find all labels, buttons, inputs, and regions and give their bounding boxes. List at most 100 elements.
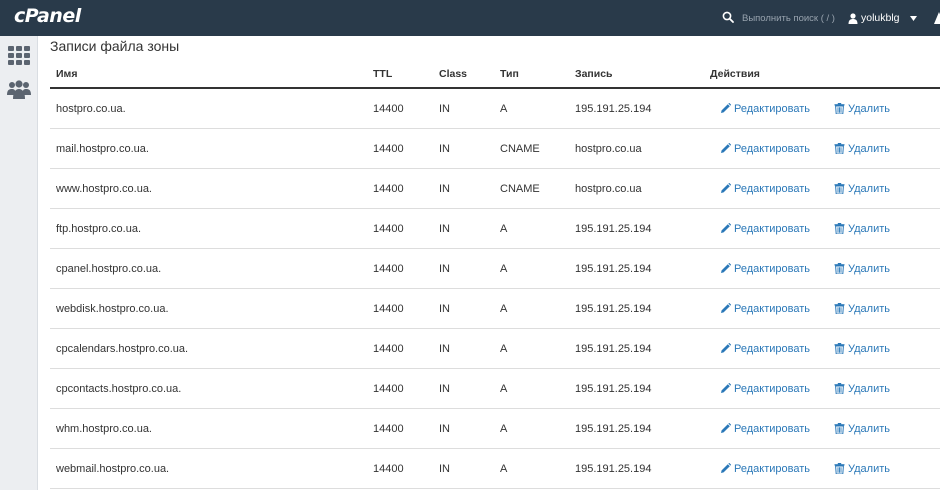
cpanel-logo[interactable]: cPanel [14,5,81,27]
table-row: webdisk.hostpro.co.ua. 14400 IN A 195.191.25… [50,288,940,329]
column-header-name[interactable]: Имя [50,60,367,89]
delete-label: Удалить [848,262,890,275]
edit-button[interactable]: Редактировать [720,303,834,315]
edit-button[interactable]: Редактировать [720,183,834,195]
delete-label: Удалить [848,182,890,195]
delete-button[interactable]: Удалить [834,183,890,195]
record-type: A [494,368,569,409]
pencil-icon [721,343,731,353]
pencil-icon [721,143,731,153]
delete-label: Удалить [848,462,890,475]
delete-button[interactable]: Удалить [834,463,890,475]
record-name: www.hostpro.co.ua. [50,168,367,209]
table-row: mail.hostpro.co.ua. 14400 IN CNAME hostpro.c… [50,128,940,169]
table-row: cpcontacts.hostpro.co.ua. 14400 IN A 195.191… [50,368,940,409]
record-actions: Редактировать Удалить [704,168,940,209]
main-content: Записи файла зоны Имя TTL Class Тип Запи… [38,36,940,490]
delete-button[interactable]: Удалить [834,263,890,275]
users-icon[interactable] [7,79,31,101]
record-class: IN [433,448,494,489]
edit-label: Редактировать [734,462,810,475]
delete-button[interactable]: Удалить [834,143,890,155]
record-value: 195.191.25.194 [569,208,704,249]
table-row: webmail.hostpro.co.ua. 14400 IN A 195.191.25… [50,448,940,489]
column-header-class[interactable]: Class [433,60,494,89]
trash-icon [834,343,845,354]
record-type: A [494,208,569,249]
record-actions: Редактировать Удалить [704,248,940,289]
record-value: 195.191.25.194 [569,88,704,129]
record-name: webdisk.hostpro.co.ua. [50,288,367,329]
trash-icon [834,303,845,314]
table-row: ftp.hostpro.co.ua. 14400 IN A 195.191.25.194… [50,208,940,249]
delete-button[interactable]: Удалить [834,343,890,355]
edit-button[interactable]: Редактировать [720,223,834,235]
record-type: CNAME [494,128,569,169]
user-menu[interactable]: yolukblg [848,0,917,36]
record-name: whm.hostpro.co.ua. [50,408,367,449]
edit-button[interactable]: Редактировать [720,463,834,475]
record-value: 195.191.25.194 [569,368,704,409]
delete-button[interactable]: Удалить [834,223,890,235]
delete-button[interactable]: Удалить [834,423,890,435]
zone-records-table: Имя TTL Class Тип Запись Действия hostpr… [50,60,940,489]
edit-button[interactable]: Редактировать [720,103,834,115]
column-header-actions: Действия [704,60,940,89]
bell-icon[interactable] [934,12,940,24]
column-header-type[interactable]: Тип [494,60,569,89]
record-class: IN [433,408,494,449]
trash-icon [834,223,845,234]
record-ttl: 14400 [367,328,433,369]
trash-icon [834,183,845,194]
edit-label: Редактировать [734,182,810,195]
record-type: A [494,248,569,289]
delete-label: Удалить [848,422,890,435]
record-class: IN [433,288,494,329]
chevron-down-icon [909,15,917,21]
record-class: IN [433,88,494,129]
record-name: hostpro.co.ua. [50,88,367,129]
edit-button[interactable]: Редактировать [720,143,834,155]
delete-button[interactable]: Удалить [834,103,890,115]
delete-button[interactable]: Удалить [834,383,890,395]
grid-icon[interactable] [7,44,31,66]
record-ttl: 14400 [367,448,433,489]
edit-button[interactable]: Редактировать [720,423,834,435]
search-input[interactable] [738,9,846,27]
pencil-icon [721,423,731,433]
edit-button[interactable]: Редактировать [720,263,834,275]
table-row: www.hostpro.co.ua. 14400 IN CNAME hostpro.co… [50,168,940,209]
edit-label: Редактировать [734,422,810,435]
record-actions: Редактировать Удалить [704,88,940,129]
record-actions: Редактировать Удалить [704,448,940,489]
record-ttl: 14400 [367,88,433,129]
record-class: IN [433,168,494,209]
record-name: cpcalendars.hostpro.co.ua. [50,328,367,369]
record-name: cpcontacts.hostpro.co.ua. [50,368,367,409]
record-type: A [494,328,569,369]
record-value: hostpro.co.ua [569,168,704,209]
column-header-record[interactable]: Запись [569,60,704,89]
record-actions: Редактировать Удалить [704,368,940,409]
search-icon[interactable] [722,11,734,23]
edit-button[interactable]: Редактировать [720,383,834,395]
delete-label: Удалить [848,142,890,155]
record-actions: Редактировать Удалить [704,408,940,449]
record-class: IN [433,208,494,249]
record-actions: Редактировать Удалить [704,128,940,169]
edit-label: Редактировать [734,382,810,395]
table-row: cpanel.hostpro.co.ua. 14400 IN A 195.191.25.… [50,248,940,289]
record-type: A [494,448,569,489]
table-body: hostpro.co.ua. 14400 IN A 195.191.25.194 Реда… [50,88,940,489]
edit-label: Редактировать [734,222,810,235]
edit-label: Редактировать [734,262,810,275]
column-header-ttl[interactable]: TTL [367,60,433,89]
edit-button[interactable]: Редактировать [720,343,834,355]
record-ttl: 14400 [367,248,433,289]
pencil-icon [721,263,731,273]
record-ttl: 14400 [367,168,433,209]
delete-button[interactable]: Удалить [834,303,890,315]
record-type: A [494,88,569,129]
page-title: Записи файла зоны [50,38,180,54]
delete-label: Удалить [848,342,890,355]
